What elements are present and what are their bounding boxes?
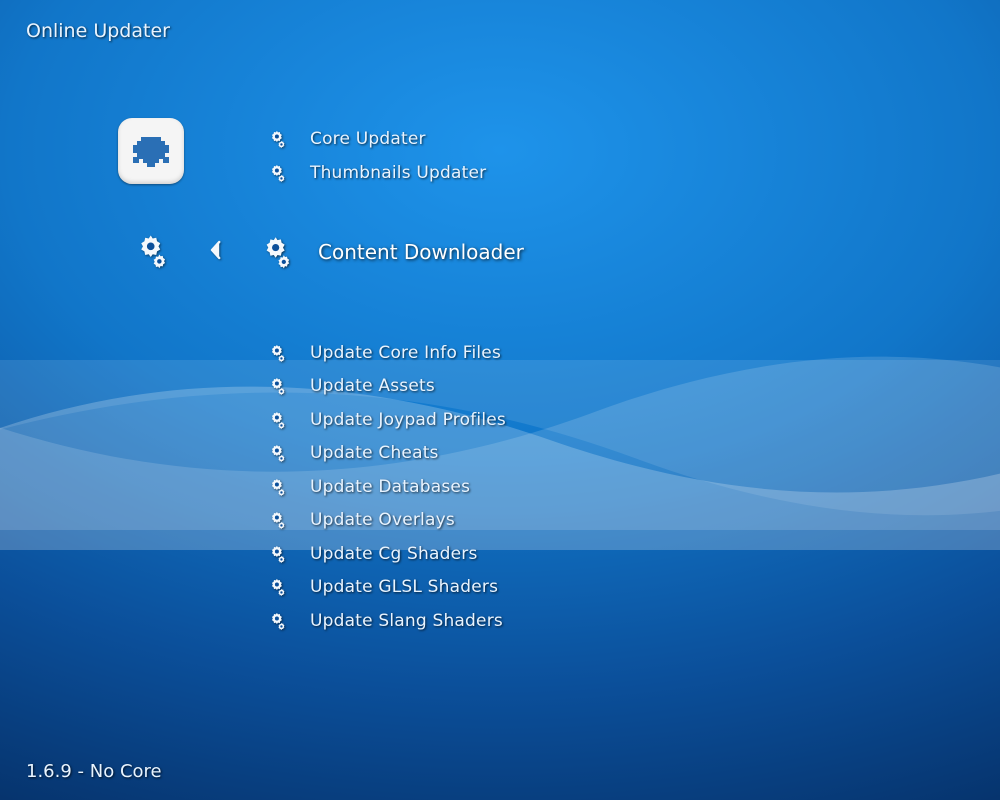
menu-item-label: Update Cg Shaders [310, 544, 478, 564]
back-arrow[interactable] [208, 238, 228, 264]
menu-item-label: Update Cheats [310, 443, 439, 463]
gear-icon [266, 343, 286, 363]
menu-item-content-downloader[interactable]: Content Downloader [256, 234, 524, 270]
gear-icon [256, 234, 292, 270]
menu-item-label: Update Joypad Profiles [310, 410, 506, 430]
menu-item-update-joypad-profiles[interactable]: Update Joypad Profiles [266, 403, 506, 437]
gear-icon [266, 510, 286, 530]
menu-item-label: Update Core Info Files [310, 343, 501, 363]
menu-item-label: Update Slang Shaders [310, 611, 503, 631]
gear-icon [266, 129, 286, 149]
menu-item-update-cg-shaders[interactable]: Update Cg Shaders [266, 537, 506, 571]
gear-icon [266, 410, 286, 430]
menu-item-update-slang-shaders[interactable]: Update Slang Shaders [266, 604, 506, 638]
menu-item-thumbnails-updater[interactable]: Thumbnails Updater [266, 156, 486, 190]
menu-item-label: Core Updater [310, 129, 426, 149]
app-tile [118, 118, 184, 184]
menu-item-label: Update GLSL Shaders [310, 577, 498, 597]
gear-icon [266, 376, 286, 396]
menu-item-label: Thumbnails Updater [310, 163, 486, 183]
menu-item-update-databases[interactable]: Update Databases [266, 470, 506, 504]
status-bar: 1.6.9 - No Core [26, 761, 162, 782]
gear-icon [266, 163, 286, 183]
menu-group-bottom: Update Core Info Files Update Assets Upd… [266, 336, 506, 638]
chevron-left-icon [208, 238, 224, 262]
gear-icon [266, 611, 286, 631]
gear-icon [266, 443, 286, 463]
retroarch-invader-icon [127, 131, 175, 171]
menu-item-update-assets[interactable]: Update Assets [266, 370, 506, 404]
menu-item-update-cheats[interactable]: Update Cheats [266, 437, 506, 471]
menu-item-label: Update Assets [310, 376, 435, 396]
gear-icon [266, 577, 286, 597]
gear-icon [266, 477, 286, 497]
category-gear-icon [130, 232, 168, 270]
menu-item-update-overlays[interactable]: Update Overlays [266, 504, 506, 538]
menu-item-label: Update Databases [310, 477, 470, 497]
gear-icon [266, 544, 286, 564]
menu-item-label: Content Downloader [318, 240, 524, 264]
menu-item-core-updater[interactable]: Core Updater [266, 122, 486, 156]
menu-item-update-core-info-files[interactable]: Update Core Info Files [266, 336, 506, 370]
menu-item-label: Update Overlays [310, 510, 455, 530]
menu-item-update-glsl-shaders[interactable]: Update GLSL Shaders [266, 571, 506, 605]
page-title: Online Updater [26, 20, 170, 42]
menu-group-top: Core Updater Thumbnails Updater [266, 122, 486, 190]
